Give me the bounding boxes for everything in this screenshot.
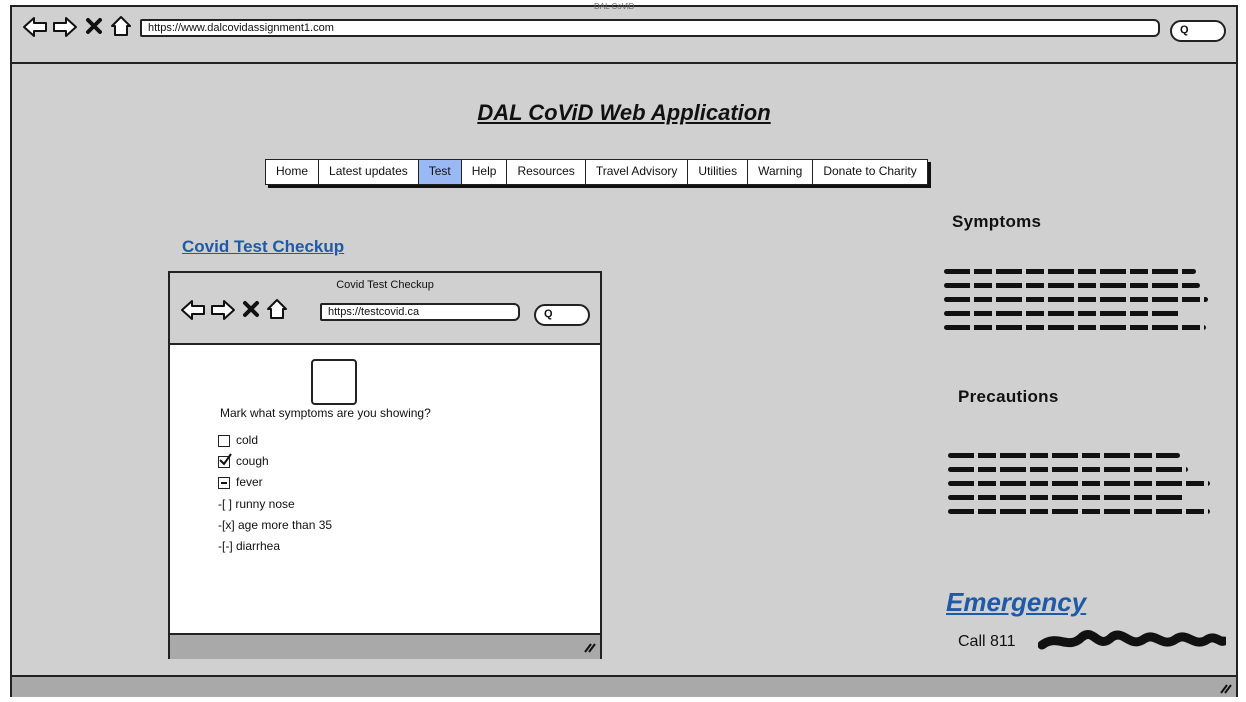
resize-grip-icon[interactable]: [1218, 680, 1232, 694]
search-icon: Q: [1180, 24, 1189, 36]
nav-help[interactable]: Help: [461, 159, 508, 185]
checkbox-fever-row[interactable]: fever: [218, 475, 263, 489]
emergency-link[interactable]: Emergency: [946, 587, 1086, 618]
inner-window-title: Covid Test Checkup: [336, 279, 434, 291]
call-811-text: Call 811: [958, 633, 1016, 650]
symptoms-placeholder-text: [944, 269, 1208, 339]
inner-browser-window: Covid Test Checkup https://testcovid.ca …: [168, 271, 602, 659]
symptoms-question: Mark what symptoms are you showing?: [220, 406, 431, 420]
stop-icon[interactable]: [242, 300, 260, 318]
back-arrow-icon[interactable]: [180, 299, 206, 321]
outer-search-box[interactable]: Q: [1170, 20, 1226, 42]
checkbox-unchecked[interactable]: [218, 434, 230, 447]
precautions-heading: Precautions: [958, 387, 1059, 406]
inner-search-box[interactable]: Q: [534, 304, 590, 326]
text-option-runny-nose: -[ ] runny nose: [218, 497, 295, 511]
stop-icon[interactable]: [85, 17, 103, 35]
forward-arrow-icon[interactable]: [52, 16, 78, 38]
checkbox-label-cold: cold: [236, 433, 259, 447]
nav-warning[interactable]: Warning: [748, 159, 814, 185]
outer-browser-window: DAL CoViD https://www.dalcovidassignment…: [10, 2, 1238, 697]
nav-test[interactable]: Test: [418, 159, 462, 185]
outer-window-title: DAL CoViD: [594, 2, 635, 11]
resize-grip-icon[interactable]: [582, 639, 596, 653]
dash-icon: [221, 481, 227, 484]
text-option-diarrhea: -[-] diarrhea: [218, 539, 281, 553]
outer-status-bar: [12, 675, 1236, 697]
checkbox-label-fever: fever: [236, 475, 263, 489]
checkmark-icon: [219, 453, 232, 466]
outer-url-bar[interactable]: https://www.dalcovidassignment1.com: [140, 19, 1160, 37]
symptoms-heading: Symptoms: [952, 212, 1042, 231]
checkbox-cold-row[interactable]: cold: [218, 433, 258, 447]
search-icon: Q: [544, 308, 553, 320]
home-icon[interactable]: [265, 298, 289, 320]
inner-url-bar[interactable]: https://testcovid.ca: [320, 303, 520, 321]
text-option-age: -[x] age more than 35: [218, 518, 333, 532]
scribble-number-placeholder: [1038, 630, 1226, 650]
nav-home[interactable]: Home: [265, 159, 320, 185]
outer-browser-toolbar: DAL CoViD https://www.dalcovidassignment…: [12, 2, 1236, 64]
nav-donate-to-charity[interactable]: Donate to Charity: [813, 159, 928, 185]
inner-browser-toolbar: Covid Test Checkup https://testcovid.ca …: [170, 273, 600, 345]
checkbox-checked[interactable]: [218, 453, 232, 468]
nav-utilities[interactable]: Utilities: [688, 159, 749, 185]
checkbox-indeterminate[interactable]: [218, 476, 230, 489]
covid-test-checkup-link[interactable]: Covid Test Checkup: [182, 237, 344, 257]
checkbox-label-cough: cough: [236, 454, 269, 468]
nav-latest-updates[interactable]: Latest updates: [319, 159, 419, 185]
nav-resources[interactable]: Resources: [507, 159, 586, 185]
forward-arrow-icon[interactable]: [210, 299, 236, 321]
page-title: DAL CoViD Web Application: [477, 100, 771, 125]
inner-status-bar: [170, 633, 600, 659]
main-nav: Home Latest updates Test Help Resources …: [265, 159, 928, 185]
nav-travel-advisory[interactable]: Travel Advisory: [585, 159, 689, 185]
back-arrow-icon[interactable]: [22, 16, 48, 38]
checkbox-cough-row[interactable]: cough: [218, 453, 269, 468]
precautions-placeholder-text: [948, 453, 1210, 523]
home-icon[interactable]: [109, 15, 133, 37]
image-placeholder: [311, 359, 357, 405]
